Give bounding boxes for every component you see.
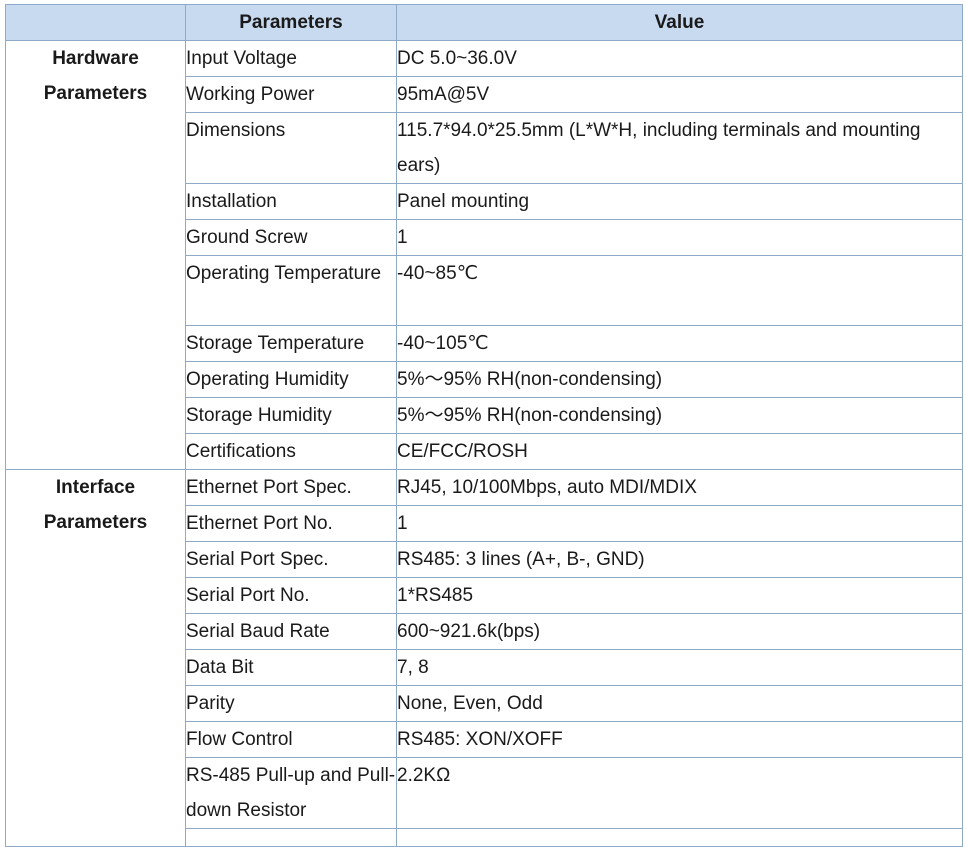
value-cell: DC 5.0~36.0V [396, 40, 963, 77]
value-cell: 600~921.6k(bps) [396, 613, 963, 650]
value-cell: RS485: XON/XOFF [396, 721, 963, 758]
value-cell: RJ45, 10/100Mbps, auto MDI/MDIX [396, 469, 963, 506]
param-cell: Operating Humidity [185, 361, 397, 398]
table-row: Hardware Parameters Input Voltage DC 5.0… [5, 40, 963, 470]
param-cell: Data Bit [185, 649, 397, 686]
table-header-row: Parameters Value [5, 4, 963, 41]
param-cell: Ethernet Port Spec. [185, 469, 397, 506]
param-cell: Parity [185, 685, 397, 722]
value-cell: 2.2KΩ [396, 757, 963, 829]
value-cell: 115.7*94.0*25.5mm (L*W*H, including term… [396, 112, 963, 184]
param-cell: Working Power [185, 76, 397, 113]
value-cell: 1 [396, 505, 963, 542]
group-label-interface: Interface Parameters [5, 469, 186, 847]
table-row: Interface Parameters Ethernet Port Spec.… [5, 469, 963, 847]
param-cell: Certifications [185, 433, 397, 470]
value-cell: -40~85℃ [396, 255, 963, 326]
header-empty-cell [5, 4, 186, 41]
value-cell: 1*RS485 [396, 577, 963, 614]
group-label-hardware: Hardware Parameters [5, 40, 186, 470]
param-cell: Serial Port Spec. [185, 541, 397, 578]
param-cell: Ethernet Port No. [185, 505, 397, 542]
param-cell: Storage Humidity [185, 397, 397, 434]
param-cell: Dimensions [185, 112, 397, 184]
param-cell: Flow Control [185, 721, 397, 758]
value-cell: RS485: 3 lines (A+, B-, GND) [396, 541, 963, 578]
parameters-table: Parameters Value Hardware Parameters Inp… [5, 4, 963, 847]
value-cell: 1 [396, 219, 963, 256]
value-cell: 5%～95% RH(non-condensing) [396, 361, 963, 398]
value-cell: -40~105℃ [396, 325, 963, 362]
header-parameters: Parameters [185, 4, 397, 41]
value-cell: 95mA@5V [396, 76, 963, 113]
param-cell: Operating Temperature [185, 255, 397, 326]
param-cell: RS-485 Pull-up and Pull-down Resistor [185, 757, 397, 829]
value-cell: CE/FCC/ROSH [396, 433, 963, 470]
param-cell: Serial Baud Rate [185, 613, 397, 650]
param-cell: Input Voltage [185, 40, 397, 77]
value-cell: 7, 8 [396, 649, 963, 686]
header-value: Value [396, 4, 963, 41]
value-cell: 5%～95% RH(non-condensing) [396, 397, 963, 434]
param-cell: Storage Temperature [185, 325, 397, 362]
param-cell: Ground Screw [185, 219, 397, 256]
value-cell: Panel mounting [396, 183, 963, 220]
value-cell: None, Even, Odd [396, 685, 963, 722]
param-cell: Installation [185, 183, 397, 220]
param-cell: Serial Port No. [185, 577, 397, 614]
